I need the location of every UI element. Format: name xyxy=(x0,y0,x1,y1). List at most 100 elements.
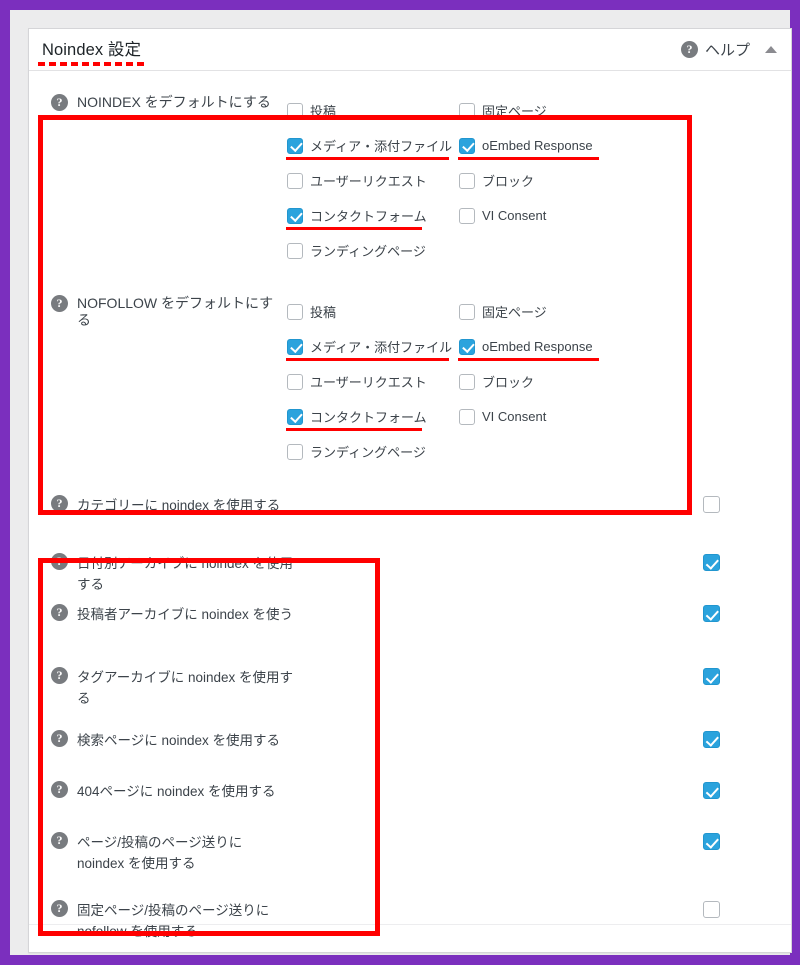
option-label-text: 投稿者アーカイブに noindex を使う xyxy=(77,607,293,622)
checkbox-column-left: 投稿 メディア・添付ファイル ユーザーリクエスト コンタクトフォーム ランディン… xyxy=(286,294,459,469)
checkbox-label: コンタクトフォーム xyxy=(310,410,427,425)
checkbox-pagination-nofollow[interactable] xyxy=(703,901,720,918)
checkbox-block[interactable] xyxy=(459,373,475,390)
checkbox-search-page-noindex[interactable] xyxy=(703,731,720,748)
checkbox-author-archive-noindex[interactable] xyxy=(703,605,720,622)
metabox-body: ? NOINDEX をデフォルトにする 投稿 メディア・添付ファイル ユーザーリ… xyxy=(29,71,791,958)
checkbox-post[interactable] xyxy=(287,303,303,320)
checkbox-grid-nofollow: 投稿 メディア・添付ファイル ユーザーリクエスト コンタクトフォーム ランディン… xyxy=(286,294,791,469)
checkbox-row[interactable]: 投稿 xyxy=(287,93,459,128)
help-button[interactable]: ? ヘルプ xyxy=(680,39,750,60)
option-row-404-page-noindex[interactable]: ? 404ページに noindex を使用する xyxy=(29,781,791,832)
setting-group-nofollow-defaults: ? NOFOLLOW をデフォルトにする 投稿 メディア・添付ファイル ユーザー… xyxy=(29,268,791,469)
checkbox-contact-form[interactable] xyxy=(287,408,303,425)
checkbox-page[interactable] xyxy=(459,102,475,119)
help-circle-icon[interactable]: ? xyxy=(51,553,68,570)
checkbox-date-archive-noindex[interactable] xyxy=(703,554,720,571)
checkbox-pagination-noindex[interactable] xyxy=(703,833,720,850)
checkbox-row[interactable]: メディア・添付ファイル xyxy=(286,128,459,163)
checkbox-user-request[interactable] xyxy=(287,373,303,390)
option-checkbox-cell xyxy=(691,604,791,622)
checkbox-user-request[interactable] xyxy=(287,172,303,189)
option-row-pagination-noindex[interactable]: ? ページ/投稿のページ送りに noindex を使用する xyxy=(29,832,791,895)
checkbox-post[interactable] xyxy=(287,102,303,119)
help-circle-icon[interactable]: ? xyxy=(51,94,68,111)
setting-group-noindex-defaults: ? NOINDEX をデフォルトにする 投稿 メディア・添付ファイル ユーザーリ… xyxy=(29,71,791,268)
help-circle-icon[interactable]: ? xyxy=(51,667,68,684)
checkbox-row[interactable]: ユーザーリクエスト xyxy=(287,364,459,399)
help-circle-icon[interactable]: ? xyxy=(51,730,68,747)
option-label: ? 検索ページに noindex を使用する xyxy=(29,730,691,751)
help-label: ヘルプ xyxy=(704,42,750,59)
page-background: Noindex 設定 ? ヘルプ ? NOINDEX をデフォルトにする 投稿 … xyxy=(10,10,792,955)
help-circle-icon[interactable]: ? xyxy=(51,900,68,917)
group-label-text: NOINDEX をデフォルトにする xyxy=(77,94,271,110)
page-title-text: Noindex 設定 xyxy=(42,41,142,59)
checkbox-row[interactable]: oEmbed Response xyxy=(458,128,627,163)
option-label-text: タグアーカイブに noindex を使用する xyxy=(77,670,293,706)
option-row-search-page-noindex[interactable]: ? 検索ページに noindex を使用する xyxy=(29,730,791,781)
noindex-settings-metabox: Noindex 設定 ? ヘルプ ? NOINDEX をデフォルトにする 投稿 … xyxy=(28,28,792,953)
option-checkbox-cell xyxy=(691,553,791,571)
option-label: ? 日付別アーカイブに noindex を使用する xyxy=(29,553,691,595)
help-circle-icon[interactable]: ? xyxy=(51,495,68,512)
checkbox-page[interactable] xyxy=(459,303,475,320)
checkbox-label: ブロック xyxy=(482,174,535,189)
checkbox-vi-consent[interactable] xyxy=(459,207,475,224)
checkbox-row[interactable]: ブロック xyxy=(459,163,627,198)
help-circle-icon[interactable]: ? xyxy=(51,781,68,798)
checkbox-category-noindex[interactable] xyxy=(703,496,720,513)
checkbox-row[interactable]: ランディングページ xyxy=(287,434,459,469)
help-circle-icon[interactable]: ? xyxy=(51,604,68,621)
chevron-up-icon[interactable] xyxy=(765,46,777,53)
checkbox-row[interactable]: ランディングページ xyxy=(287,233,459,268)
checkbox-tag-archive-noindex[interactable] xyxy=(703,668,720,685)
option-row-tag-archive-noindex[interactable]: ? タグアーカイブに noindex を使用する xyxy=(29,667,791,730)
option-label: ? 404ページに noindex を使用する xyxy=(29,781,691,802)
checkbox-label: ランディングページ xyxy=(310,445,426,460)
option-label-text: カテゴリーに noindex を使用する xyxy=(77,498,281,513)
checkbox-label: ブロック xyxy=(482,375,535,390)
checkbox-block[interactable] xyxy=(459,172,475,189)
help-circle-icon[interactable]: ? xyxy=(51,832,68,849)
checkbox-label: 固定ページ xyxy=(482,305,547,320)
checkbox-label: VI Consent xyxy=(482,409,547,424)
checkbox-row[interactable]: VI Consent xyxy=(459,198,627,233)
checkbox-label: 固定ページ xyxy=(482,104,547,119)
group-label-text: NOFOLLOW をデフォルトにする xyxy=(77,295,274,328)
title-underline-annotation xyxy=(38,62,148,66)
checkbox-row[interactable]: ブロック xyxy=(459,364,627,399)
option-checkbox-cell xyxy=(691,781,791,799)
checkbox-label: ユーザーリクエスト xyxy=(310,174,427,189)
checkbox-row[interactable]: 投稿 xyxy=(287,294,459,329)
checkbox-contact-form[interactable] xyxy=(287,207,303,224)
option-row-category-noindex[interactable]: ? カテゴリーに noindex を使用する xyxy=(29,495,791,541)
checkbox-row[interactable]: 固定ページ xyxy=(459,294,627,329)
checkbox-media-attachment[interactable] xyxy=(287,338,303,355)
checkbox-vi-consent[interactable] xyxy=(459,408,475,425)
checkbox-landing-page[interactable] xyxy=(287,443,303,460)
metabox-footer xyxy=(29,924,791,952)
help-circle-icon[interactable]: ? xyxy=(51,295,68,312)
checkbox-label: コンタクトフォーム xyxy=(310,209,427,224)
checkbox-404-page-noindex[interactable] xyxy=(703,782,720,799)
checkbox-row[interactable]: コンタクトフォーム xyxy=(286,399,459,434)
checkbox-row[interactable]: VI Consent xyxy=(459,399,627,434)
checkbox-landing-page[interactable] xyxy=(287,242,303,259)
option-row-date-archive-noindex[interactable]: ? 日付別アーカイブに noindex を使用する xyxy=(29,541,791,604)
checkbox-row[interactable]: ユーザーリクエスト xyxy=(287,163,459,198)
checkbox-row[interactable]: oEmbed Response xyxy=(458,329,627,364)
checkbox-row[interactable]: コンタクトフォーム xyxy=(286,198,459,233)
option-label-text: 検索ページに noindex を使用する xyxy=(77,733,281,748)
checkbox-label: oEmbed Response xyxy=(482,339,593,354)
checkbox-media-attachment[interactable] xyxy=(287,137,303,154)
option-row-author-archive-noindex[interactable]: ? 投稿者アーカイブに noindex を使う xyxy=(29,604,791,667)
checkbox-oembed-response[interactable] xyxy=(459,137,475,154)
checkbox-row[interactable]: 固定ページ xyxy=(459,93,627,128)
checkbox-label: メディア・添付ファイル xyxy=(310,139,453,154)
metabox-header: Noindex 設定 ? ヘルプ xyxy=(29,29,791,71)
checkbox-oembed-response[interactable] xyxy=(459,338,475,355)
option-label: ? ページ/投稿のページ送りに noindex を使用する xyxy=(29,832,691,874)
checkbox-row[interactable]: メディア・添付ファイル xyxy=(286,329,459,364)
option-checkbox-cell xyxy=(691,730,791,748)
